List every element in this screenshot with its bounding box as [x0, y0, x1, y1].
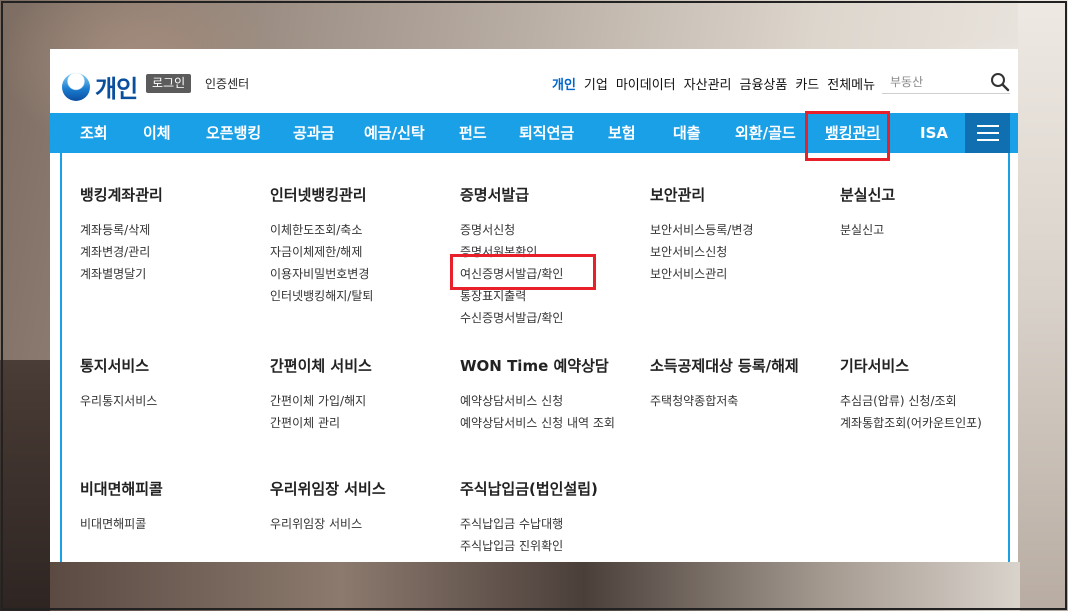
top-nav-asset[interactable]: 자산관리	[684, 74, 732, 93]
main-nav-fund[interactable]: 펀드	[459, 113, 487, 153]
menu-group-notification: 통지서비스 우리통지서비스	[80, 355, 157, 412]
main-nav-forex-gold[interactable]: 외환/골드	[735, 113, 796, 153]
hamburger-menu-icon[interactable]	[965, 113, 1010, 153]
top-nav-mydata[interactable]: 마이데이터	[616, 74, 676, 93]
mega-menu: 뱅킹계좌관리 계좌등록/삭제 계좌변경/관리 계좌별명달기 인터넷뱅킹관리 이체…	[50, 153, 1018, 562]
menu-link[interactable]: 예약상담서비스 신청	[460, 390, 625, 412]
top-nav-products[interactable]: 금융상품	[740, 74, 788, 93]
menu-link[interactable]: 분실신고	[840, 219, 895, 241]
main-nav-isa[interactable]: ISA	[920, 113, 948, 153]
menu-link[interactable]: 인터넷뱅킹해지/탈퇴	[270, 285, 373, 307]
menu-link[interactable]: 간편이체 가입/해지	[270, 390, 372, 412]
top-nav-personal[interactable]: 개인	[552, 74, 576, 93]
menu-group-happy-call: 비대면해피콜 비대면해피콜	[80, 478, 163, 535]
menu-link[interactable]: 우리통지서비스	[80, 390, 157, 412]
menu-link[interactable]: 증명서신청	[460, 219, 563, 241]
menu-link[interactable]: 이용자비밀번호변경	[270, 263, 373, 285]
menu-group-stock-payment: 주식납입금(법인설립) 주식납입금 수납대행 주식납입금 진위확인	[460, 478, 598, 557]
main-nav-deposit[interactable]: 예금/신탁	[364, 113, 425, 153]
logo-text: 개인	[95, 75, 138, 103]
menu-link[interactable]: 보안서비스신청	[650, 241, 753, 263]
menu-link[interactable]: 주식납입금 수납대행	[460, 513, 598, 535]
menu-group-title: 주식납입금(법인설립)	[460, 480, 598, 498]
menu-link[interactable]: 보안서비스등록/변경	[650, 219, 753, 241]
menu-group-title: 기타서비스	[840, 357, 910, 375]
menu-link[interactable]: 계좌별명달기	[80, 263, 163, 285]
menu-group-security: 보안관리 보안서비스등록/변경 보안서비스신청 보안서비스관리	[650, 184, 753, 285]
menu-group-other-services: 기타서비스 추심금(압류) 신청/조회 계좌통합조회(어카운트인포)	[840, 355, 982, 434]
highlight-box-loan-certificate	[450, 254, 596, 290]
menu-group-title: 간편이체 서비스	[270, 357, 372, 375]
logo[interactable]: 개인	[62, 69, 138, 104]
menu-link[interactable]: 비대면해피콜	[80, 513, 163, 535]
menu-link[interactable]: 이체한도조회/축소	[270, 219, 373, 241]
main-nav-transfer[interactable]: 이체	[143, 113, 171, 153]
menu-group-title: 우리위임장 서비스	[270, 480, 386, 498]
top-nav-all-menu[interactable]: 전체메뉴	[827, 74, 875, 93]
menu-group-title: 보안관리	[650, 186, 706, 204]
menu-link[interactable]: 추심금(압류) 신청/조회	[840, 390, 982, 412]
menu-link[interactable]: 자금이체제한/해제	[270, 241, 373, 263]
menu-group-title: 소득공제대상 등록/해제	[650, 357, 799, 375]
main-nav-utility[interactable]: 공과금	[293, 113, 334, 153]
menu-link[interactable]: 보안서비스관리	[650, 263, 753, 285]
search-input[interactable]	[890, 72, 985, 92]
menu-group-title: 통지서비스	[80, 357, 150, 375]
menu-group-internet-banking: 인터넷뱅킹관리 이체한도조회/축소 자금이체제한/해제 이용자비밀번호변경 인터…	[270, 184, 373, 307]
menu-link[interactable]: 계좌통합조회(어카운트인포)	[840, 412, 982, 434]
menu-group-title: 분실신고	[840, 186, 896, 204]
menu-group-power-of-attorney: 우리위임장 서비스 우리위임장 서비스	[270, 478, 386, 535]
menu-link[interactable]: 계좌변경/관리	[80, 241, 163, 263]
menu-link[interactable]: 예약상담서비스 신청 내역 조회	[460, 415, 625, 432]
menu-link[interactable]: 주택청약종합저축	[650, 390, 799, 412]
menu-group-title: WON Time 예약상담	[460, 357, 609, 375]
main-nav-loan[interactable]: 대출	[673, 113, 701, 153]
menu-group-title: 비대면해피콜	[80, 480, 163, 498]
main-nav-inquiry[interactable]: 조회	[80, 113, 108, 153]
main-nav-open-banking[interactable]: 오픈뱅킹	[206, 113, 261, 153]
login-button[interactable]: 로그인	[146, 74, 192, 93]
top-nav: 개인 기업 마이데이터 자산관리 금융상품 카드 전체메뉴	[552, 74, 883, 93]
logo-mark-icon	[62, 72, 90, 101]
main-nav-pension[interactable]: 퇴직연금	[519, 113, 574, 153]
menu-group-simple-transfer: 간편이체 서비스 간편이체 가입/해지 간편이체 관리	[270, 355, 372, 434]
menu-group-title: 인터넷뱅킹관리	[270, 186, 367, 204]
menu-group-won-time: WON Time 예약상담 예약상담서비스 신청 예약상담서비스 신청 내역 조…	[460, 355, 625, 432]
menu-link[interactable]: 우리위임장 서비스	[270, 513, 386, 535]
top-nav-card[interactable]: 카드	[795, 74, 819, 93]
menu-link[interactable]: 주식납입금 진위확인	[460, 535, 598, 557]
cert-center-link[interactable]: 인증센터	[205, 75, 249, 92]
search-box	[882, 70, 1010, 94]
menu-group-tax-deduction: 소득공제대상 등록/해제 주택청약종합저축	[650, 355, 799, 412]
top-nav-corporate[interactable]: 기업	[584, 74, 608, 93]
search-icon[interactable]	[990, 72, 1010, 92]
bank-menu-panel: 개인 로그인 인증센터 개인 기업 마이데이터 자산관리 금융상품 카드 전체메…	[50, 49, 1018, 562]
menu-link[interactable]: 수신증명서발급/확인	[460, 307, 563, 329]
main-nav-insurance[interactable]: 보험	[608, 113, 636, 153]
header: 개인 로그인 인증센터 개인 기업 마이데이터 자산관리 금융상품 카드 전체메…	[50, 49, 1018, 113]
menu-group-title: 증명서발급	[460, 186, 530, 204]
menu-group-title: 뱅킹계좌관리	[80, 186, 163, 204]
menu-link[interactable]: 간편이체 관리	[270, 412, 372, 434]
menu-group-loss-report: 분실신고 분실신고	[840, 184, 895, 241]
menu-group-banking-accounts: 뱅킹계좌관리 계좌등록/삭제 계좌변경/관리 계좌별명달기	[80, 184, 163, 285]
menu-link[interactable]: 계좌등록/삭제	[80, 219, 163, 241]
